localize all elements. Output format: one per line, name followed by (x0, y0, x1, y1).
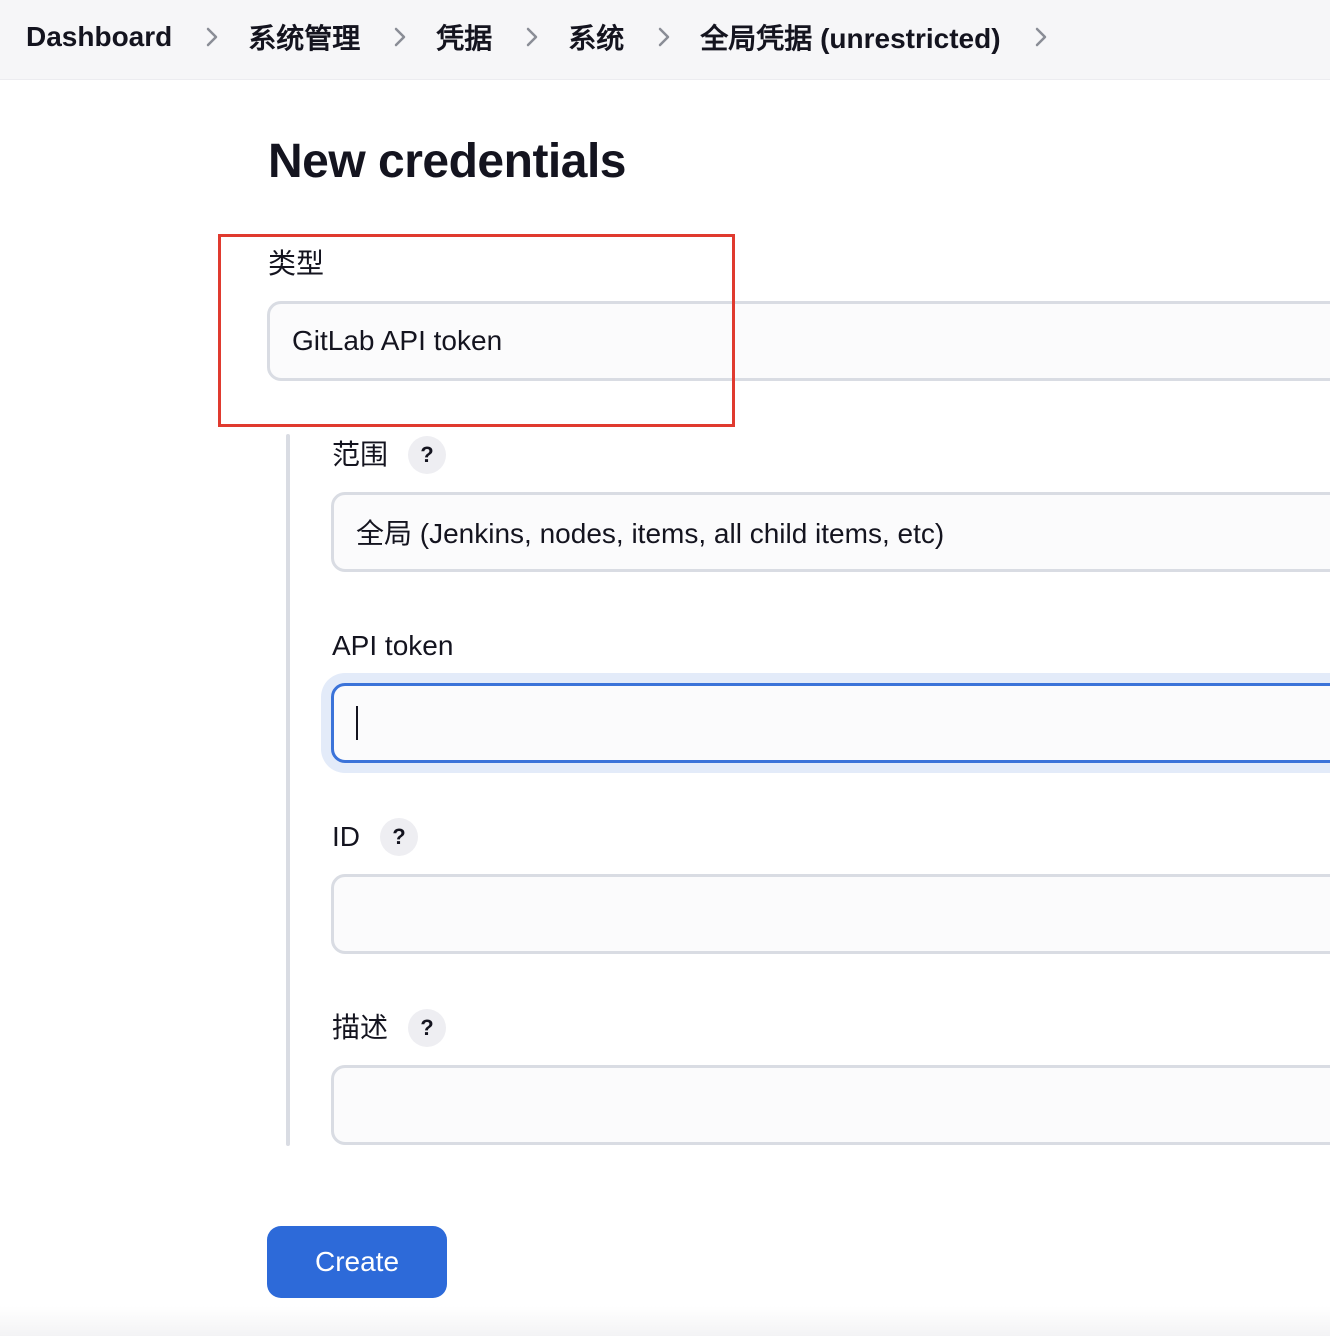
breadcrumb-item-system[interactable]: 系统 (568, 17, 624, 57)
kind-label-text: 类型 (268, 248, 325, 279)
chevron-right-icon[interactable] (646, 19, 682, 55)
kind-select-value: GitLab API token (292, 325, 503, 356)
text-caret (356, 706, 358, 740)
breadcrumb: Dashboard 系统管理 凭据 系统 全局凭据 (unrestricted) (26, 0, 1077, 74)
scope-help-icon[interactable]: ? (408, 436, 447, 474)
breadcrumb-item-global-credentials[interactable]: 全局凭据 (unrestricted) (700, 17, 1000, 57)
breadcrumb-item-dashboard[interactable]: Dashboard (26, 21, 172, 53)
id-label-text: ID (332, 821, 360, 852)
bottom-shade (0, 1306, 1330, 1336)
nested-section-rule (286, 434, 290, 1146)
chevron-right-icon[interactable] (1023, 19, 1059, 55)
id-input[interactable] (331, 874, 1330, 954)
create-button[interactable]: Create (267, 1226, 447, 1298)
api-token-label-text: API token (332, 630, 454, 661)
breadcrumb-item-credentials[interactable]: 凭据 (436, 17, 492, 57)
description-help-icon[interactable]: ? (408, 1009, 447, 1047)
api-token-label: API token (332, 628, 453, 664)
description-label: 描述 ? (332, 1009, 447, 1047)
chevron-right-icon[interactable] (382, 19, 418, 55)
id-label: ID ? (332, 818, 418, 856)
page-title: New credentials (268, 135, 626, 188)
breadcrumb-item-manage[interactable]: 系统管理 (248, 17, 360, 57)
scope-select-value: 全局 (Jenkins, nodes, items, all child ite… (356, 518, 945, 549)
description-input[interactable] (331, 1065, 1330, 1145)
kind-select[interactable]: GitLab API token (267, 301, 1330, 381)
kind-label: 类型 (268, 246, 324, 282)
scope-label-text: 范围 (332, 439, 389, 470)
chevron-right-icon[interactable] (514, 19, 550, 55)
scope-select[interactable]: 全局 (Jenkins, nodes, items, all child ite… (331, 492, 1330, 572)
id-help-icon[interactable]: ? (380, 818, 418, 856)
chevron-right-icon[interactable] (194, 19, 230, 55)
scope-label: 范围 ? (332, 436, 447, 474)
api-token-input[interactable] (331, 683, 1330, 763)
description-label-text: 描述 (332, 1012, 389, 1043)
breadcrumb-bar: Dashboard 系统管理 凭据 系统 全局凭据 (unrestricted) (0, 0, 1330, 80)
